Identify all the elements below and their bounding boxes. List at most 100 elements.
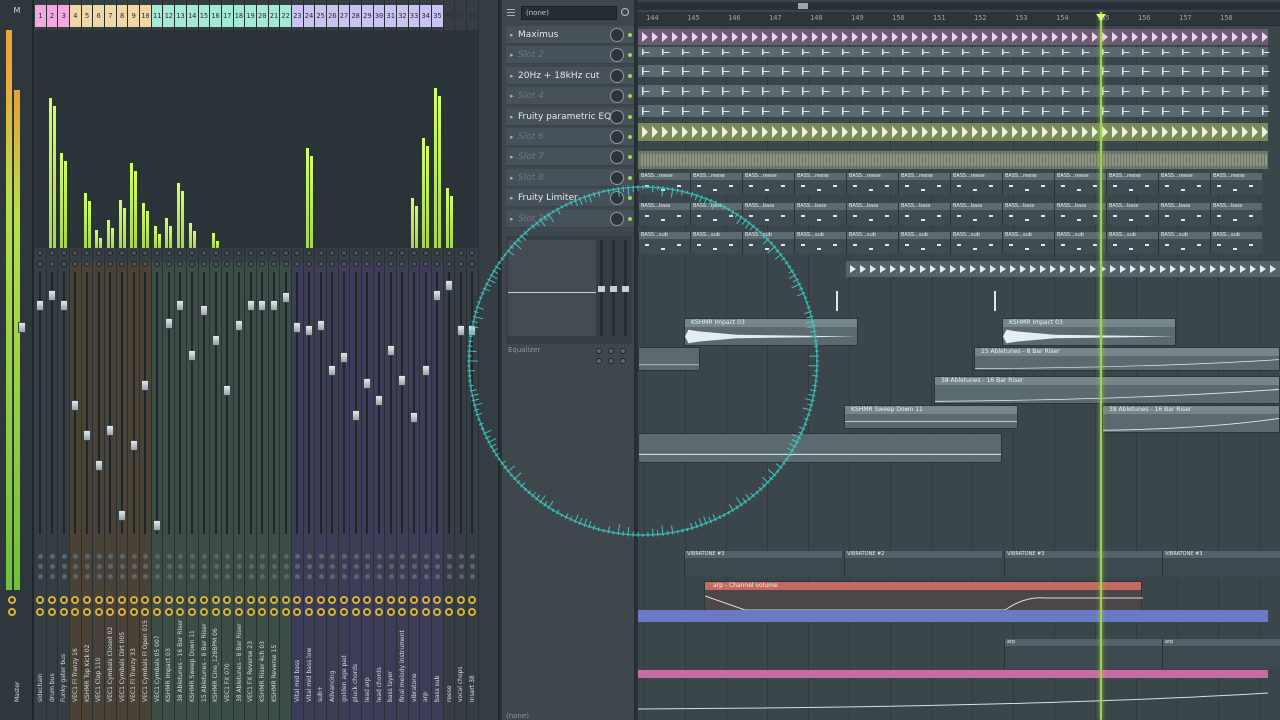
- fx-pan-knob[interactable]: [164, 596, 173, 604]
- route-dot[interactable]: [131, 564, 137, 569]
- route-dot[interactable]: [120, 574, 126, 579]
- stereo-knob[interactable]: [469, 261, 476, 267]
- volume-fader[interactable]: [94, 460, 103, 471]
- volume-fader[interactable]: [211, 335, 220, 346]
- route-dot[interactable]: [248, 564, 254, 569]
- pan-knob[interactable]: [457, 250, 464, 256]
- pan-knob[interactable]: [224, 250, 231, 256]
- scroll-thumb[interactable]: [798, 3, 808, 9]
- volume-fader[interactable]: [398, 375, 407, 386]
- route-dot[interactable]: [295, 554, 301, 559]
- stereo-knob[interactable]: [235, 261, 242, 267]
- insert-slot[interactable]: ▸ Slot 4: [506, 87, 634, 106]
- route-dot[interactable]: [435, 564, 441, 569]
- volume-fader[interactable]: [304, 325, 313, 336]
- pattern-clip[interactable]: BASS...bass: [1054, 203, 1106, 225]
- route-dot[interactable]: [318, 564, 324, 569]
- slot-enable-led[interactable]: [628, 196, 632, 201]
- route-dot[interactable]: [38, 554, 44, 559]
- volume-fader[interactable]: [421, 365, 430, 376]
- mixer-strip[interactable]: 9 VEC1 Fl Tranzy 33: [128, 0, 141, 720]
- insert-slot[interactable]: ▸ Slot 7: [506, 148, 634, 167]
- route-dot[interactable]: [178, 564, 184, 569]
- mixer-strip[interactable]: 2 drum bus: [46, 0, 59, 720]
- stereo-knob[interactable]: [60, 261, 67, 267]
- volume-curve[interactable]: [638, 681, 1268, 711]
- route-dot[interactable]: [318, 574, 324, 579]
- route-dot[interactable]: [342, 564, 347, 569]
- route-dot[interactable]: [248, 574, 254, 579]
- pattern-clip[interactable]: BASS...reese: [1054, 173, 1106, 195]
- mixer-strip[interactable]: 32 final melody instrument: [397, 0, 409, 720]
- route-dot[interactable]: [201, 554, 207, 559]
- pattern-clip[interactable]: BASS...sub: [950, 232, 1002, 254]
- preset-select[interactable]: (none): [521, 6, 617, 20]
- volume-fader[interactable]: [316, 320, 325, 331]
- pan-knob[interactable]: [212, 250, 219, 256]
- mixer-strip[interactable]: 12 KSHMR Impact 03: [163, 0, 176, 720]
- route-dot[interactable]: [190, 564, 196, 569]
- pan-knob[interactable]: [72, 250, 79, 256]
- mixer-strip[interactable]: 21 KSHMR Reverse 15: [268, 0, 281, 720]
- slot-mix-knob[interactable]: [610, 191, 624, 206]
- route-dot[interactable]: [306, 554, 312, 559]
- route-dot[interactable]: [470, 554, 476, 559]
- fx-pan-knob[interactable]: [48, 596, 56, 604]
- eq-band-low[interactable]: [598, 240, 605, 336]
- audio-clip[interactable]: [638, 347, 700, 371]
- insert-slot[interactable]: ▸ Slot 10: [506, 209, 634, 228]
- stereo-knob[interactable]: [212, 261, 219, 267]
- stereo-knob[interactable]: [364, 261, 371, 267]
- pan-knob[interactable]: [84, 250, 91, 256]
- pan-knob[interactable]: [270, 250, 277, 256]
- blue-track-clip[interactable]: [638, 610, 1268, 622]
- mixer-strip[interactable]: 16 KSHMR Cine_128BPM 06: [210, 0, 222, 720]
- route-dot[interactable]: [388, 554, 394, 559]
- mixer-strip[interactable]: 30 lead chords: [373, 0, 386, 720]
- route-dot[interactable]: [365, 554, 371, 559]
- route-dot[interactable]: [120, 564, 126, 569]
- fx-marker[interactable]: [994, 291, 1004, 311]
- stereo-knob[interactable]: [411, 261, 418, 267]
- drum-pattern-row[interactable]: [638, 85, 1280, 97]
- slot-expand-icon[interactable]: ▸: [510, 169, 514, 187]
- slot-enable-led[interactable]: [628, 216, 632, 221]
- slot-expand-icon[interactable]: ▸: [510, 46, 514, 64]
- pattern-clip[interactable]: BASS...bass: [846, 203, 898, 225]
- route-dot[interactable]: [365, 564, 371, 569]
- eq-band-high[interactable]: [622, 240, 629, 336]
- pattern-clip[interactable]: BASS...sub: [690, 232, 742, 254]
- stereo-knob[interactable]: [317, 261, 324, 267]
- pan-knob[interactable]: [469, 250, 476, 256]
- pan-knob[interactable]: [154, 250, 161, 256]
- pan-knob[interactable]: [399, 250, 406, 256]
- route-dot[interactable]: [447, 564, 453, 569]
- volume-fader[interactable]: [468, 325, 477, 336]
- stereo-knob[interactable]: [72, 261, 79, 267]
- slot-mix-knob[interactable]: [610, 48, 624, 63]
- pan-knob[interactable]: [142, 250, 149, 256]
- mixer-strip[interactable]: 14 KSHMR Sweep Down 11: [186, 0, 199, 720]
- pattern-clip[interactable]: BASS...sub: [1106, 232, 1158, 254]
- stereo-knob[interactable]: [84, 261, 91, 267]
- volume-fader[interactable]: [176, 300, 185, 311]
- pattern-clip[interactable]: BASS...reese: [950, 173, 1002, 195]
- drum-pattern-row[interactable]: [638, 123, 1280, 141]
- route-dot[interactable]: [73, 574, 79, 579]
- stereo-knob[interactable]: [49, 261, 55, 267]
- route-dot[interactable]: [260, 574, 266, 579]
- route-dot[interactable]: [377, 574, 383, 579]
- pan-knob[interactable]: [387, 250, 394, 256]
- audio-clip[interactable]: KSHMR Impact 03: [1002, 318, 1176, 346]
- stereo-knob[interactable]: [399, 261, 406, 267]
- slot-expand-icon[interactable]: ▸: [510, 87, 514, 105]
- route-dot[interactable]: [178, 574, 184, 579]
- pattern-clip[interactable]: VIBRATONE #3: [1162, 551, 1280, 577]
- route-dot[interactable]: [108, 564, 114, 569]
- mixer-strip[interactable]: 8 VEC1 Cymbals Dirt 005: [116, 0, 129, 720]
- route-dot[interactable]: [353, 574, 359, 579]
- route-dot[interactable]: [283, 574, 289, 579]
- pan-knob[interactable]: [177, 250, 184, 256]
- route-dot[interactable]: [458, 574, 464, 579]
- pattern-clip[interactable]: BASS...reese: [846, 173, 898, 195]
